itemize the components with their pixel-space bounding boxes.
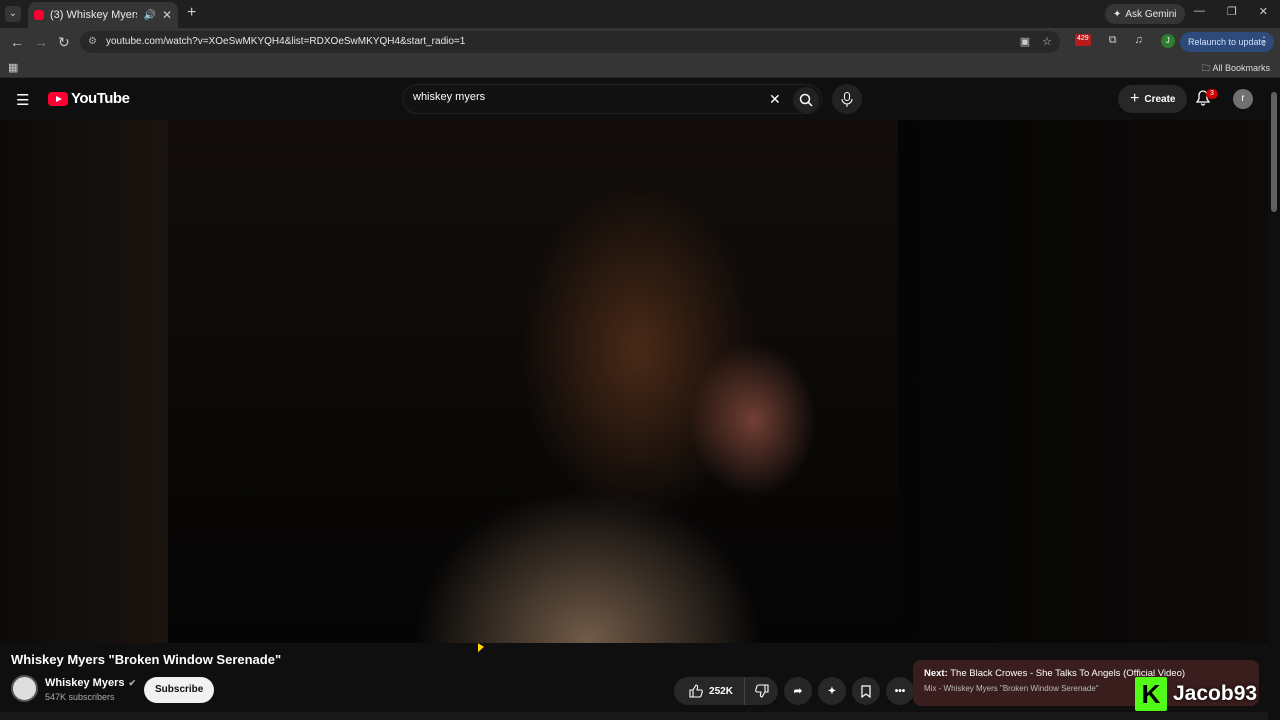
account-avatar[interactable]: r [1233, 89, 1253, 109]
save-button[interactable] [852, 677, 880, 705]
like-count: 252K [709, 685, 733, 697]
kick-logo-icon: K [1135, 677, 1167, 711]
browser-tab-active[interactable]: (3) Whiskey Myers "Broken 🔊 ✕ [28, 2, 178, 28]
window-controls: — ❐ ✕ [1194, 5, 1268, 18]
share-arrow-icon: ➦ [793, 685, 803, 697]
verified-check-icon: ✔ [128, 677, 137, 688]
mouse-cursor-icon [478, 643, 484, 656]
extensions-puzzle-icon[interactable]: ⧉ [1109, 34, 1117, 48]
gemini-sparkle-icon: ✦ [1113, 8, 1122, 20]
search-button[interactable] [793, 87, 819, 113]
new-tab-button[interactable]: + [187, 4, 196, 22]
sparkle-icon: ✦ [827, 685, 837, 697]
youtube-header: ☰ YouTube ✕ + Create 3 r [0, 78, 1280, 120]
bookmark-icon [861, 684, 871, 698]
youtube-play-logo-icon [48, 91, 68, 106]
youtube-logo-text: YouTube [71, 90, 130, 107]
reload-icon[interactable]: ↻ [58, 34, 70, 51]
cast-icon[interactable]: ▣ [1020, 31, 1030, 53]
ask-ai-button[interactable]: ✦ [818, 677, 846, 705]
ask-gemini-label: Ask Gemini [1125, 8, 1177, 20]
all-bookmarks-button[interactable]: 🗀 All Bookmarks [1201, 61, 1270, 77]
forward-icon[interactable]: → [34, 34, 48, 50]
site-info-icon[interactable]: ⚙ [88, 31, 97, 53]
profile-avatar[interactable]: J [1160, 34, 1175, 48]
page-scrollbar[interactable] [1268, 78, 1280, 720]
plus-icon: + [1130, 90, 1140, 107]
more-actions-button[interactable]: ••• [886, 677, 914, 705]
bookmarks-bar: ▦ 🗀 All Bookmarks [0, 56, 1280, 78]
dislike-button[interactable] [744, 677, 778, 705]
folder-icon: 🗀 [1201, 63, 1211, 73]
channel-name-link[interactable]: Whiskey Myers ✔ [45, 677, 136, 689]
all-bookmarks-label: All Bookmarks [1212, 63, 1270, 73]
microphone-icon [841, 91, 853, 107]
address-bar[interactable]: ⚙ youtube.com/watch?v=XOeSwMKYQH4&list=R… [80, 31, 1060, 53]
channel-name: Whiskey Myers [45, 677, 125, 689]
youtube-logo[interactable]: YouTube [48, 90, 130, 107]
search-input[interactable] [413, 91, 753, 103]
video-title: Whiskey Myers "Broken Window Serenade" [11, 652, 282, 667]
streamer-watermark: K Jacob93 [1135, 676, 1257, 712]
browser-toolbar: ← → ↻ ⚙ youtube.com/watch?v=XOeSwMKYQH4&… [0, 28, 1280, 56]
youtube-favicon-icon [34, 10, 44, 20]
url-text: youtube.com/watch?v=XOeSwMKYQH4&list=RDX… [106, 36, 466, 47]
browser-tab-strip: ⌄ (3) Whiskey Myers "Broken 🔊 ✕ + ✦ Ask … [0, 0, 1280, 28]
thumbs-down-icon [754, 684, 769, 698]
search-icon [799, 93, 813, 107]
extension-badge[interactable]: 429 [1075, 34, 1091, 46]
restore-icon[interactable]: ❐ [1227, 5, 1237, 18]
menu-hamburger-icon[interactable]: ☰ [16, 91, 29, 109]
video-right-margin [898, 120, 1268, 643]
video-left-margin [0, 120, 168, 643]
video-player[interactable] [0, 120, 1268, 643]
share-button[interactable]: ➦ [784, 677, 812, 705]
tab-title: (3) Whiskey Myers "Broken [50, 9, 137, 21]
clear-search-icon[interactable]: ✕ [769, 91, 781, 108]
apps-grid-icon[interactable]: ▦ [8, 61, 18, 74]
subscribe-button[interactable]: Subscribe [144, 677, 215, 703]
tab-search-button[interactable]: ⌄ [5, 6, 21, 22]
create-label: Create [1144, 93, 1176, 105]
video-frame [168, 120, 898, 643]
minimize-icon[interactable]: — [1194, 5, 1205, 18]
thumbs-up-icon [689, 684, 703, 698]
video-actions: 252K ➦ ✦ ••• [674, 677, 914, 705]
create-button[interactable]: + Create [1118, 85, 1188, 113]
search-box: ✕ [402, 84, 822, 114]
channel-avatar[interactable] [11, 675, 38, 702]
more-horizontal-icon: ••• [894, 685, 906, 697]
notification-count-badge: 3 [1206, 89, 1218, 99]
subscriber-count: 547K subscribers [45, 692, 115, 702]
below-fold-strip [0, 712, 1268, 720]
chrome-menu-icon[interactable]: ⋮ [1258, 34, 1270, 48]
next-prefix: Next: [924, 668, 948, 679]
bookmark-star-icon[interactable]: ☆ [1042, 31, 1052, 53]
watermark-name: Jacob93 [1173, 682, 1258, 705]
close-tab-icon[interactable]: ✕ [162, 8, 172, 22]
back-icon[interactable]: ← [10, 34, 24, 50]
scrollbar-thumb[interactable] [1271, 92, 1277, 212]
close-window-icon[interactable]: ✕ [1259, 5, 1268, 18]
voice-search-button[interactable] [832, 84, 862, 114]
ask-gemini-button[interactable]: ✦ Ask Gemini [1105, 4, 1185, 24]
audio-playing-icon[interactable]: 🔊 [143, 10, 155, 21]
media-controls-icon[interactable]: ♫ [1135, 34, 1143, 48]
like-button[interactable]: 252K [674, 677, 744, 705]
